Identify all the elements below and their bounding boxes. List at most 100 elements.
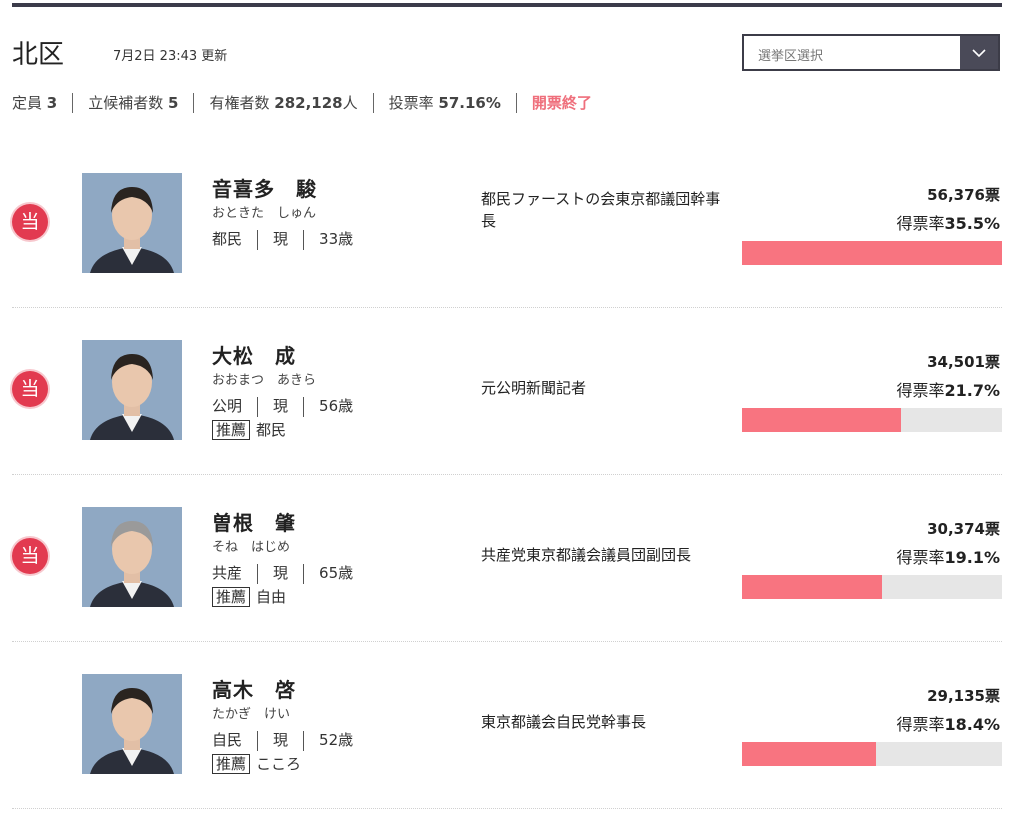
vote-share-value: 19.1% bbox=[944, 548, 1000, 567]
elected-badge: 当 bbox=[12, 204, 48, 240]
vote-share: 得票率21.7% bbox=[896, 377, 1000, 401]
candidate-party: 共産 bbox=[212, 564, 243, 582]
seats-stat: 定員 3 bbox=[12, 94, 58, 112]
divider bbox=[257, 396, 259, 417]
candidate-meta: 共産 現 65歳 bbox=[212, 562, 353, 584]
vote-share: 得票率35.5% bbox=[896, 210, 1000, 234]
vote-count: 30,374票 bbox=[927, 520, 1000, 538]
candidate-name: 曽根 肇 bbox=[212, 511, 296, 535]
vote-share: 得票率19.1% bbox=[896, 544, 1000, 568]
divider bbox=[193, 92, 195, 113]
divider bbox=[515, 92, 517, 113]
vote-share-bar-fill bbox=[742, 241, 1002, 265]
candidate-party: 公明 bbox=[212, 397, 243, 415]
candidate-title: 共産党東京都議会議員団副団長 bbox=[481, 546, 692, 564]
count-status: 開票終了 bbox=[531, 94, 592, 112]
candidate-meta: 公明 現 56歳 bbox=[212, 395, 353, 417]
turnout-stat: 投票率 57.16% bbox=[388, 94, 501, 112]
candidate-photo bbox=[82, 173, 182, 273]
vote-count: 34,501票 bbox=[927, 353, 1000, 371]
candidate-party: 都民 bbox=[212, 230, 243, 248]
district-select[interactable]: 選挙区選択 bbox=[742, 34, 1000, 71]
candidate-kana: たかぎ けい bbox=[212, 707, 291, 722]
person-portrait-icon bbox=[82, 674, 182, 774]
recommendation: 推薦 自由 bbox=[212, 586, 286, 607]
divider bbox=[257, 229, 259, 250]
district-select-toggle[interactable] bbox=[960, 36, 998, 69]
elected-badge: 当 bbox=[12, 538, 48, 574]
vote-share: 得票率18.4% bbox=[896, 711, 1000, 735]
vote-share-label: 得票率 bbox=[896, 381, 945, 400]
recommend-party: 自由 bbox=[256, 588, 287, 606]
district-stats: 定員 3 立候補者数 5 有権者数 282,128人 投票率 57.16% 開票終了 bbox=[12, 92, 592, 114]
recommend-label: 推薦 bbox=[212, 420, 251, 440]
recommendation: 推薦 こころ bbox=[212, 753, 301, 774]
recommend-label: 推薦 bbox=[212, 587, 251, 607]
candidate-party: 自民 bbox=[212, 731, 243, 749]
person-portrait-icon bbox=[82, 173, 182, 273]
candidate-title: 元公明新聞記者 bbox=[481, 379, 587, 397]
divider bbox=[72, 92, 74, 113]
vote-share-bar bbox=[742, 241, 1002, 265]
divider bbox=[303, 563, 305, 584]
recommend-party: こころ bbox=[256, 755, 302, 773]
candidate-age: 52歳 bbox=[319, 731, 354, 749]
candidate-name: 音喜多 駿 bbox=[212, 177, 317, 201]
candidate-name: 高木 啓 bbox=[212, 678, 296, 702]
recommendation: 推薦 都民 bbox=[212, 419, 286, 440]
person-portrait-icon bbox=[82, 340, 182, 440]
candidate-incumbency: 現 bbox=[273, 731, 289, 749]
candidate-title: 都民ファーストの会東京都議団幹事長 bbox=[481, 190, 721, 230]
candidate-meta: 自民 現 52歳 bbox=[212, 729, 353, 751]
vote-share-label: 得票率 bbox=[896, 548, 945, 567]
candidate-photo bbox=[82, 674, 182, 774]
vote-share-bar-fill bbox=[742, 408, 902, 432]
candidate-incumbency: 現 bbox=[273, 564, 289, 582]
vote-share-bar-fill bbox=[742, 742, 877, 766]
recommend-party: 都民 bbox=[256, 421, 287, 439]
candidate-age: 33歳 bbox=[319, 230, 354, 248]
vote-share-label: 得票率 bbox=[896, 715, 945, 734]
candidate-age: 56歳 bbox=[319, 397, 354, 415]
elected-badge: 当 bbox=[12, 371, 48, 407]
person-portrait-icon bbox=[82, 507, 182, 607]
divider bbox=[372, 92, 374, 113]
top-rule bbox=[12, 3, 1002, 7]
vote-share-bar bbox=[742, 742, 1002, 766]
district-title: 北区 bbox=[12, 40, 65, 70]
candidate-kana: おおまつ あきら bbox=[212, 373, 317, 388]
vote-share-value: 21.7% bbox=[944, 381, 1000, 400]
divider bbox=[303, 229, 305, 250]
vote-share-bar bbox=[742, 575, 1002, 599]
candidate-row: 高木 啓たかぎ けい 自民 現 52歳 推薦 こころ 東京都議会自民党幹事長 29,135票得… bbox=[12, 641, 1002, 809]
updated-time: 7月2日 23:43 更新 bbox=[113, 49, 228, 64]
candidate-row: 当 曽根 肇そね はじめ 共産 現 65歳推薦 自由 共産党東京都議会議員団副団長 30,37… bbox=[12, 474, 1002, 642]
recommend-label: 推薦 bbox=[212, 754, 251, 774]
candidate-photo bbox=[82, 340, 182, 440]
candidate-title: 東京都議会自民党幹事長 bbox=[481, 713, 647, 731]
candidate-meta: 都民 現 33歳 bbox=[212, 228, 353, 250]
divider bbox=[257, 730, 259, 751]
vote-share-bar bbox=[742, 408, 1002, 432]
vote-share-label: 得票率 bbox=[896, 214, 945, 233]
candidate-row: 当 音喜多 駿おときた しゅん 都民 現 33歳 都民ファーストの会東京都議団幹事長 56,… bbox=[12, 140, 1002, 308]
candidate-kana: そね はじめ bbox=[212, 540, 291, 555]
candidate-row: 当 大松 成おおまつ あきら 公明 現 56歳推薦 都民 元公明新聞記者 34,501票得票率… bbox=[12, 307, 1002, 475]
chevron-down-icon bbox=[972, 49, 986, 58]
voters-stat: 有権者数 282,128人 bbox=[209, 94, 358, 112]
vote-share-bar-fill bbox=[742, 575, 883, 599]
candidate-name: 大松 成 bbox=[212, 344, 296, 368]
vote-share-value: 18.4% bbox=[944, 715, 1000, 734]
vote-count: 56,376票 bbox=[927, 186, 1000, 204]
divider bbox=[257, 563, 259, 584]
candidates-stat: 立候補者数 5 bbox=[88, 94, 179, 112]
candidate-age: 65歳 bbox=[319, 564, 354, 582]
candidate-kana: おときた しゅん bbox=[212, 206, 317, 221]
divider bbox=[303, 730, 305, 751]
candidate-incumbency: 現 bbox=[273, 230, 289, 248]
candidate-photo bbox=[82, 507, 182, 607]
vote-count: 29,135票 bbox=[927, 687, 1000, 705]
district-select-placeholder: 選挙区選択 bbox=[758, 49, 824, 64]
vote-share-value: 35.5% bbox=[944, 214, 1000, 233]
candidate-incumbency: 現 bbox=[273, 397, 289, 415]
